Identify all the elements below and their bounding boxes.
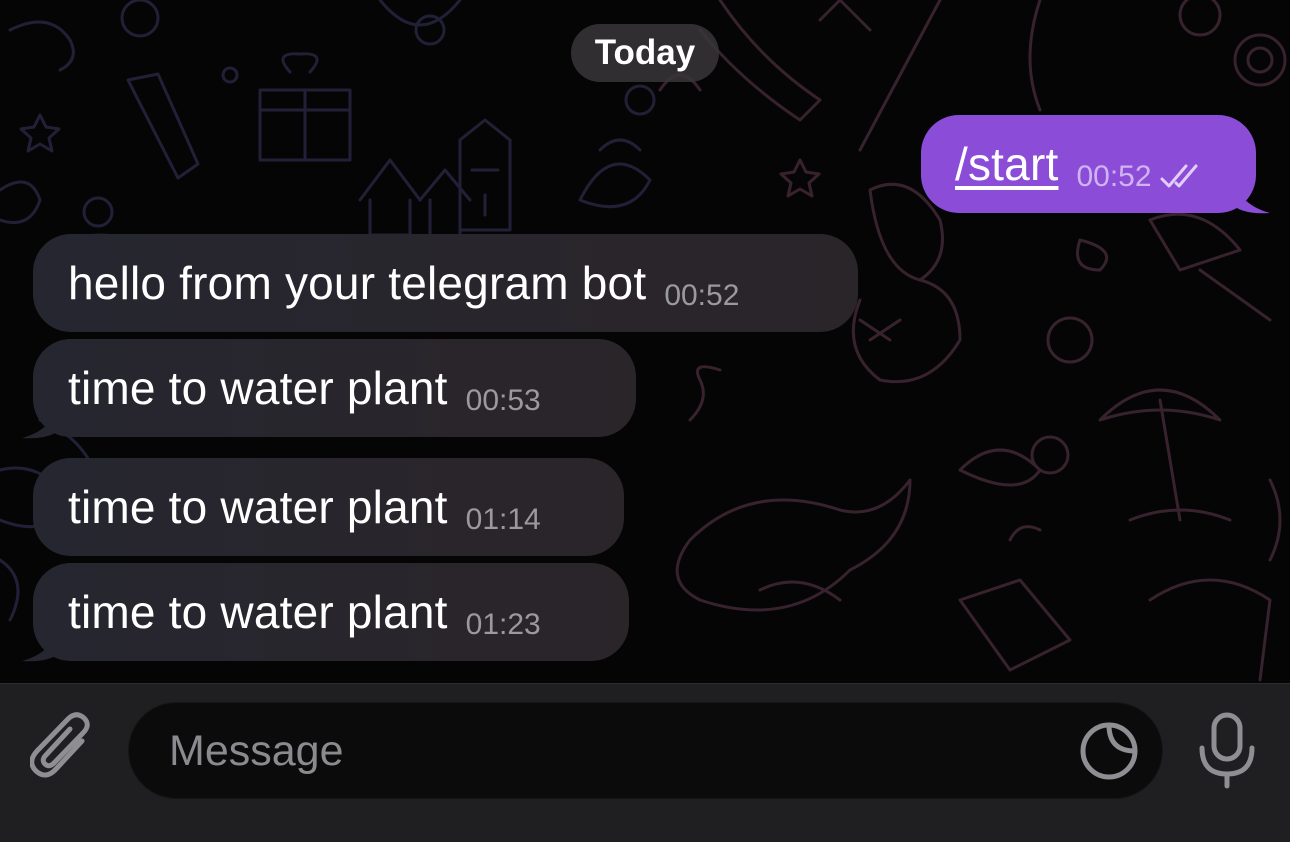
outgoing-message[interactable]: /start 00:52: [921, 115, 1256, 213]
message-text[interactable]: time to water plant: [68, 585, 448, 639]
chat-area[interactable]: Today /start 00:52 hello from your teleg…: [0, 0, 1290, 683]
message-field[interactable]: [128, 702, 1163, 800]
incoming-message[interactable]: time to water plant 01:14: [33, 458, 624, 556]
message-text[interactable]: /start: [955, 137, 1058, 191]
message-input[interactable]: [167, 703, 1051, 800]
incoming-message[interactable]: time to water plant 01:23: [33, 563, 629, 661]
message-time: 01:23: [465, 608, 541, 641]
message-time: 00:52: [1076, 160, 1152, 193]
message-time: 00:53: [465, 384, 541, 417]
date-separator: Today: [571, 24, 719, 82]
message-text[interactable]: time to water plant: [68, 361, 448, 415]
double-check-icon: [1160, 164, 1198, 188]
message-text[interactable]: hello from your telegram bot: [68, 256, 646, 310]
microphone-icon[interactable]: [1192, 710, 1262, 790]
sticker-icon[interactable]: [1078, 720, 1140, 782]
incoming-message[interactable]: hello from your telegram bot 00:52: [33, 234, 858, 332]
date-label: Today: [594, 33, 696, 72]
message-text[interactable]: time to water plant: [68, 480, 448, 534]
message-time: 00:52: [664, 279, 740, 312]
message-time: 01:14: [465, 503, 541, 536]
paperclip-icon[interactable]: [30, 711, 100, 787]
incoming-message[interactable]: time to water plant 00:53: [33, 339, 636, 437]
